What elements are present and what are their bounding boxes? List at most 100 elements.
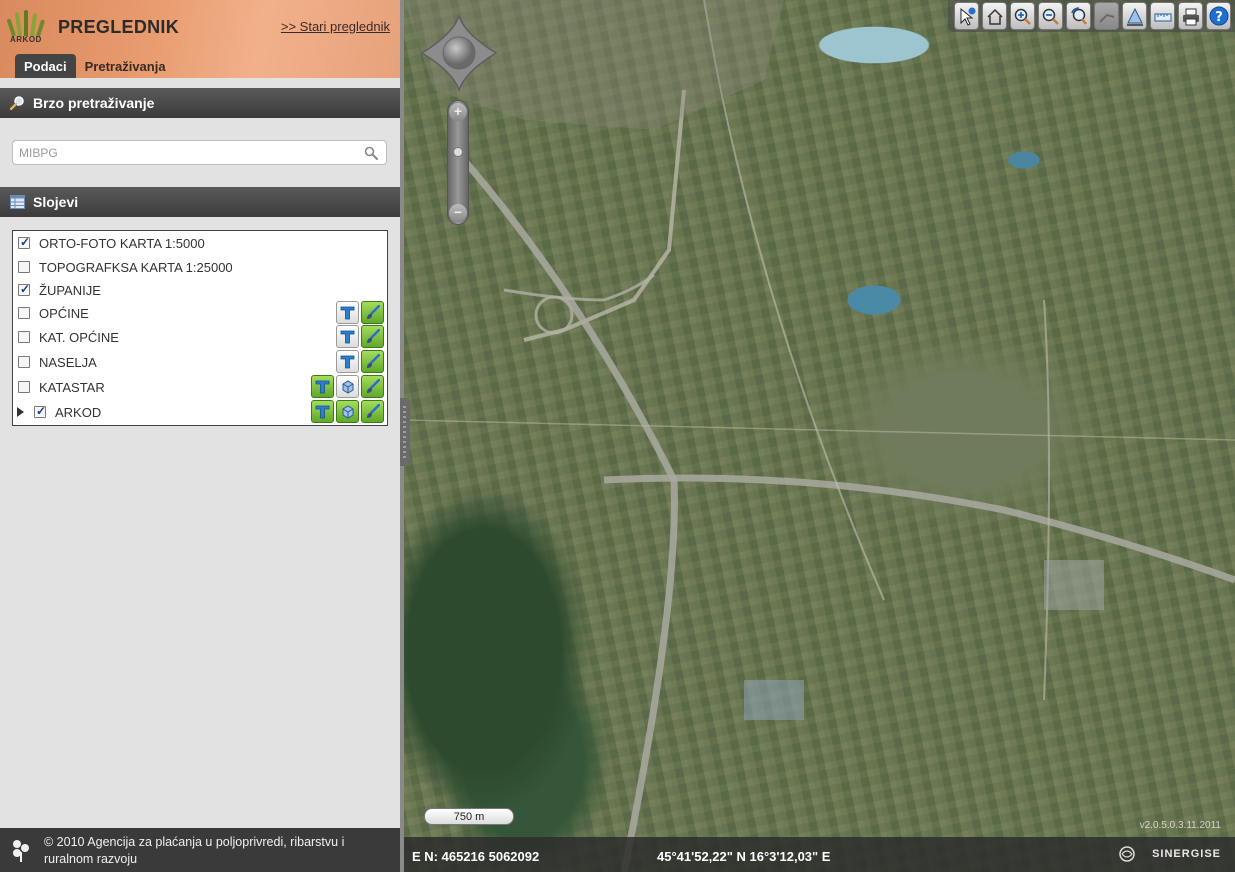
layer-checkbox[interactable]	[18, 261, 30, 273]
label-toggle-button[interactable]	[311, 375, 334, 398]
text-label-icon	[340, 330, 355, 344]
old-viewer-link[interactable]: >> Stari preglednik	[281, 19, 390, 34]
layer-item-topografska: TOPOGRAFKSA KARTA 1:25000	[13, 255, 387, 280]
layer-checkbox[interactable]	[18, 282, 30, 296]
zoom-out-button[interactable]: −	[449, 204, 467, 222]
copyright-text: © 2010 Agencija za plaćanja u poljoprivr…	[44, 835, 345, 866]
paintbrush-icon	[367, 379, 380, 393]
paintbrush-icon	[367, 329, 380, 343]
layer-checkbox[interactable]	[34, 404, 46, 418]
measure-area-button[interactable]	[1122, 2, 1147, 30]
zoom-previous-icon	[1071, 7, 1087, 25]
pan-control[interactable]	[420, 14, 498, 92]
print-button[interactable]	[1178, 2, 1203, 30]
help-icon: ?	[1209, 6, 1229, 26]
home-button[interactable]	[982, 2, 1007, 30]
sinergise-logo-icon	[1119, 846, 1135, 862]
zoom-slider-handle[interactable]	[453, 147, 463, 157]
label-toggle-button[interactable]	[336, 350, 359, 373]
layer-name: TOPOGRAFKSA KARTA 1:25000	[39, 260, 233, 275]
measure-line-button[interactable]	[1094, 2, 1119, 30]
layer-checkbox[interactable]	[18, 331, 30, 343]
layer-name: OPĆINE	[39, 306, 89, 321]
measure-line-icon	[1099, 13, 1115, 23]
map-toolbar: ?	[948, 0, 1235, 32]
layer-checkbox[interactable]	[18, 235, 30, 249]
header: ARKOD PREGLEDNIK >> Stari preglednik Pod…	[0, 0, 400, 78]
info-pointer-button[interactable]	[954, 2, 979, 30]
paintbrush-icon	[367, 305, 380, 319]
layer-name: KATASTAR	[39, 380, 105, 395]
style-brush-button[interactable]	[361, 400, 384, 423]
coordinates-geo: 45°41'52,22" N 16°3'12,03" E	[657, 849, 831, 864]
layer-item-zupanije: ŽUPANIJE	[13, 278, 387, 303]
layer-checkbox[interactable]	[18, 356, 30, 368]
layer-checkbox[interactable]	[18, 381, 30, 393]
layer-item-katastar: KATASTAR	[13, 375, 387, 400]
tab-pretrazivanja[interactable]: Pretraživanja	[76, 54, 175, 78]
layer-item-kat-opcine: KAT. OPĆINE	[13, 325, 387, 350]
printer-icon	[1183, 8, 1199, 26]
style-brush-button[interactable]	[361, 301, 384, 324]
layer-item-orto-foto: ORTO-FOTO KARTA 1:5000	[13, 231, 387, 256]
zoom-slider-bar[interactable]: + −	[447, 100, 469, 225]
label-toggle-button[interactable]	[336, 301, 359, 324]
search-icon[interactable]	[364, 146, 378, 160]
layer-name: KAT. OPĆINE	[39, 330, 119, 345]
layers-table-icon	[10, 195, 25, 209]
quick-search-title: Brzo pretraživanje	[33, 95, 155, 111]
coordinates-en: E N: 465216 5062092	[412, 849, 540, 864]
text-label-icon	[340, 306, 355, 320]
brand-label: SINERGISE	[1152, 848, 1221, 860]
version-label: v2.0.5.0.3.11.2011	[1139, 820, 1221, 831]
help-button[interactable]: ?	[1206, 2, 1231, 30]
search-input[interactable]	[19, 144, 359, 162]
text-label-icon	[340, 355, 355, 369]
text-label-icon	[315, 380, 330, 394]
status-bar: E N: 465216 5062092 45°41'52,22" N 16°3'…	[404, 837, 1235, 872]
svg-text:?: ?	[1215, 10, 1223, 25]
layer-item-arkod: ARKOD	[13, 400, 387, 425]
footer: © 2010 Agencija za plaćanja u poljoprivr…	[0, 828, 400, 872]
layer-list: ORTO-FOTO KARTA 1:5000 TOPOGRAFKSA KARTA…	[12, 230, 388, 426]
label-toggle-button[interactable]	[311, 400, 334, 423]
style-brush-button[interactable]	[361, 375, 384, 398]
splitter-handle[interactable]	[400, 398, 410, 466]
style-brush-button[interactable]	[361, 350, 384, 373]
tab-podaci[interactable]: Podaci	[15, 54, 76, 78]
zoom-in-icon	[1014, 8, 1031, 25]
paint-bucket-icon	[342, 380, 354, 394]
fill-bucket-button[interactable]	[336, 400, 359, 423]
fill-bucket-button[interactable]	[336, 375, 359, 398]
logo-text: ARKOD	[10, 35, 42, 44]
layer-name: ŽUPANIJE	[39, 283, 101, 298]
expand-arrow-icon[interactable]	[17, 407, 24, 417]
measure-area-icon	[1127, 7, 1143, 26]
agency-logo-icon	[13, 840, 29, 862]
app-title: PREGLEDNIK	[58, 17, 180, 37]
style-brush-button[interactable]	[361, 325, 384, 348]
layers-header[interactable]: Slojevi	[0, 187, 400, 217]
zoom-history-button[interactable]	[1066, 2, 1091, 30]
home-icon	[987, 8, 1003, 25]
measure-ruler-button[interactable]	[1150, 2, 1175, 30]
layer-item-naselja: NASELJA	[13, 350, 387, 375]
zoom-out-tool-button[interactable]	[1038, 2, 1063, 30]
magnifier-icon	[10, 96, 24, 110]
quick-search-header[interactable]: Brzo pretraživanje	[0, 88, 400, 118]
layers-title: Slojevi	[33, 194, 79, 210]
zoom-in-button[interactable]: +	[449, 103, 467, 121]
layer-item-opcine: OPĆINE	[13, 301, 387, 326]
layer-name: NASELJA	[39, 355, 97, 370]
paint-bucket-icon	[342, 405, 354, 419]
zoom-in-tool-button[interactable]	[1010, 2, 1035, 30]
layer-checkbox[interactable]	[18, 307, 30, 319]
layer-name: ORTO-FOTO KARTA 1:5000	[39, 236, 205, 251]
map-view[interactable]: + − ? 750 m v2.0.5.0.3.11.2011 E N: 4652…	[404, 0, 1235, 872]
scale-bar: 750 m	[424, 808, 514, 825]
label-toggle-button[interactable]	[336, 325, 359, 348]
sidebar: ARKOD PREGLEDNIK >> Stari preglednik Pod…	[0, 0, 400, 872]
layer-name: ARKOD	[55, 405, 102, 420]
zoom-out-icon	[1042, 8, 1059, 25]
text-label-icon	[315, 405, 330, 419]
